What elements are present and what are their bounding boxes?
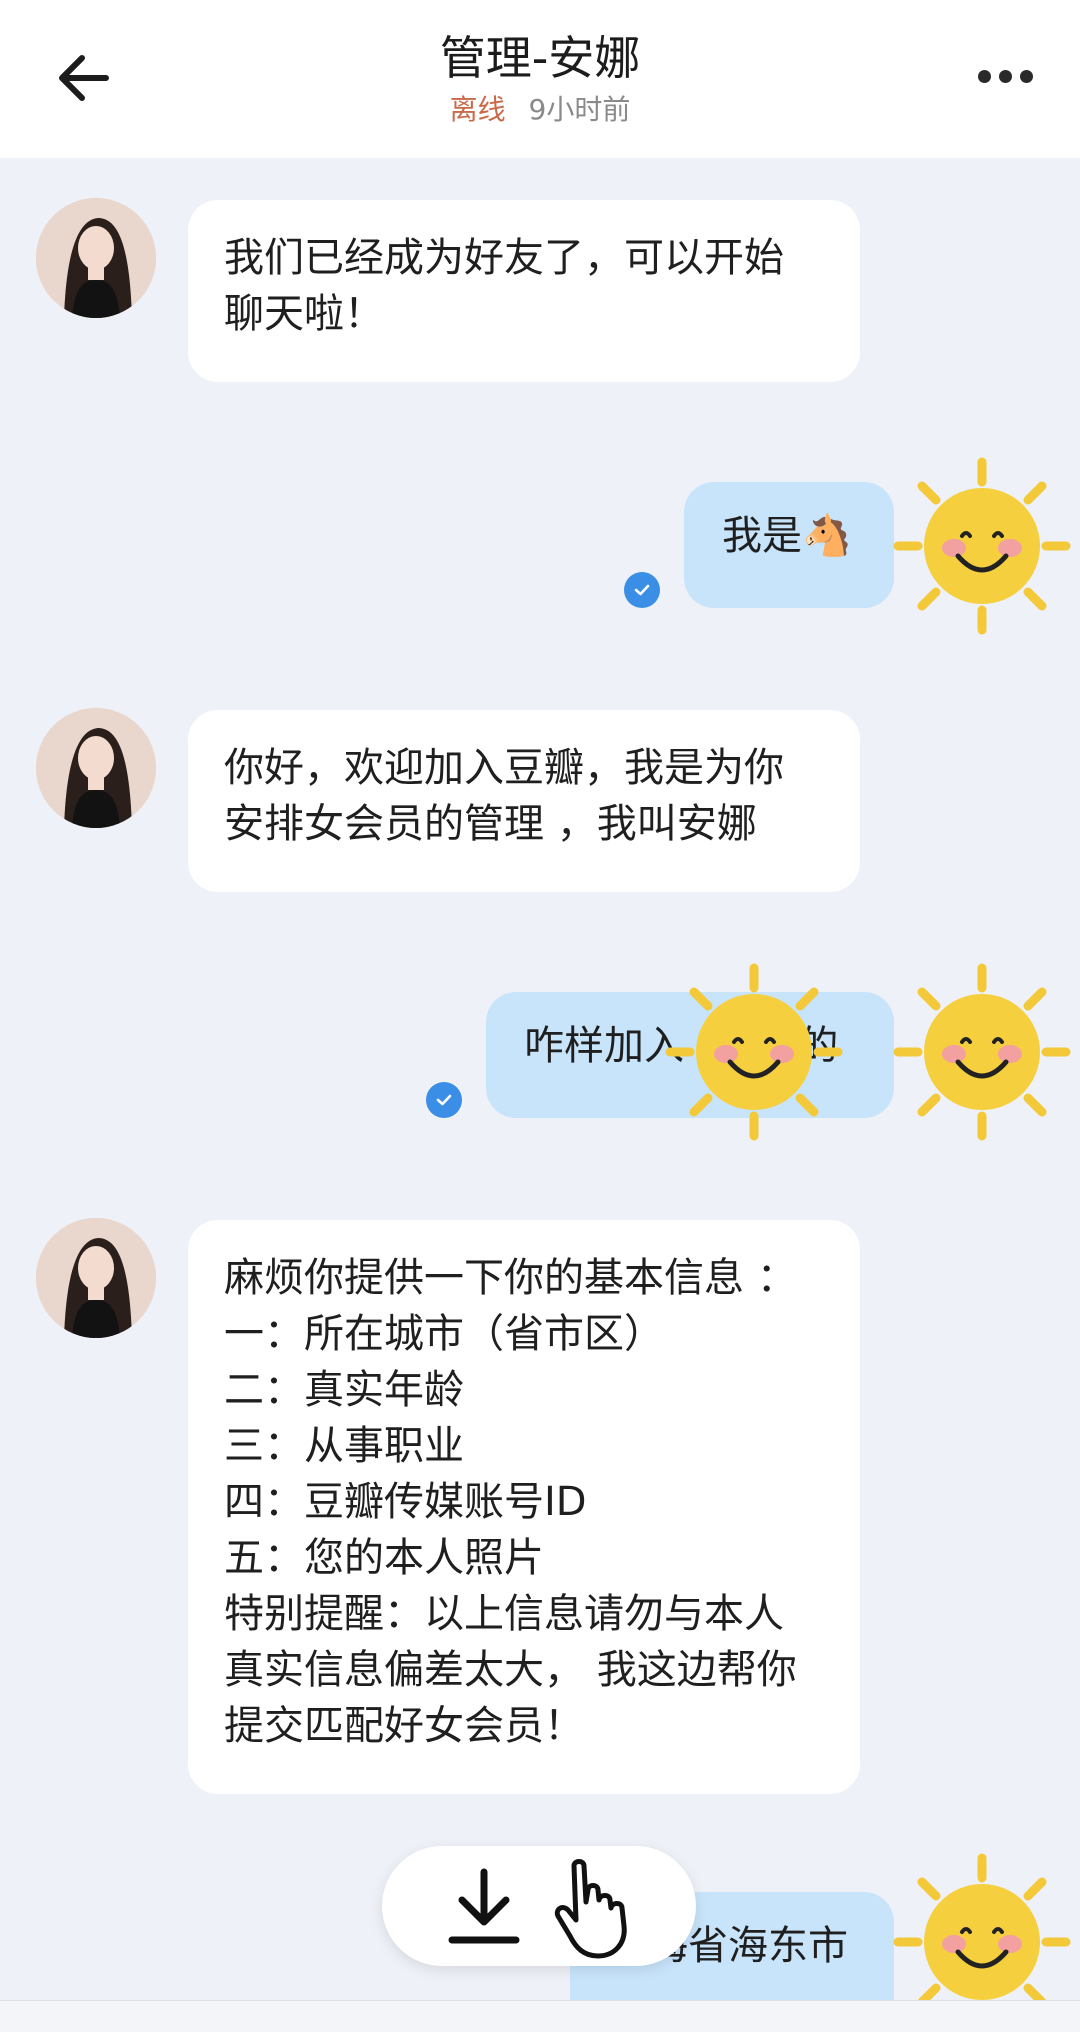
last-seen-time: 9小时前 — [528, 93, 631, 126]
sun-sticker-icon — [893, 457, 1071, 635]
message-text: 你好，欢迎加入豆瓣，我是为你 安排女会员的管理 ，我叫安娜 — [224, 745, 784, 847]
offline-status: 离线 — [449, 93, 506, 126]
contact-avatar[interactable] — [36, 708, 156, 828]
sun-sticker-icon — [893, 963, 1071, 1141]
more-dots-icon — [977, 69, 991, 83]
incoming-message-bubble[interactable]: 我们已经成为好友了，可以开始 聊天啦！ — [188, 200, 860, 382]
contact-avatar[interactable] — [36, 1218, 156, 1338]
avatar-portrait-icon — [36, 708, 156, 828]
pointing-hand-icon — [554, 1859, 627, 1959]
read-receipt-icon — [624, 572, 660, 608]
message-text: 我是🐴 — [722, 513, 852, 559]
more-dot — [1019, 69, 1033, 83]
avatar-portrait-icon — [36, 198, 156, 318]
chat-header: 管理-安娜 离线 9小时前 — [0, 0, 1080, 158]
contact-avatar[interactable] — [36, 198, 156, 318]
avatar-portrait-icon — [36, 1218, 156, 1338]
sun-sticker-icon — [665, 963, 843, 1141]
download-float-button[interactable] — [382, 1846, 696, 1966]
more-options-button[interactable] — [970, 56, 1040, 96]
more-dot — [998, 69, 1012, 83]
chat-title: 管理-安娜 — [439, 31, 641, 85]
read-receipt-icon — [426, 1082, 462, 1118]
outgoing-message-bubble[interactable]: 我是🐴 — [684, 482, 894, 608]
incoming-message-bubble[interactable]: 麻烦你提供一下你的基本信息 ： 一：所在城市（省市区） 二：真实年龄 三：从事职… — [188, 1220, 860, 1794]
input-bar — [0, 2000, 1080, 2032]
incoming-message-bubble[interactable]: 你好，欢迎加入豆瓣，我是为你 安排女会员的管理 ，我叫安娜 — [188, 710, 860, 892]
message-text: 麻烦你提供一下你的基本信息 ： 一：所在城市（省市区） 二：真实年龄 三：从事职… — [224, 1255, 797, 1749]
message-text: 我们已经成为好友了，可以开始 聊天啦！ — [224, 235, 784, 337]
download-icon — [448, 1868, 520, 1944]
presence-status: 离线 9小时前 — [0, 88, 1080, 128]
